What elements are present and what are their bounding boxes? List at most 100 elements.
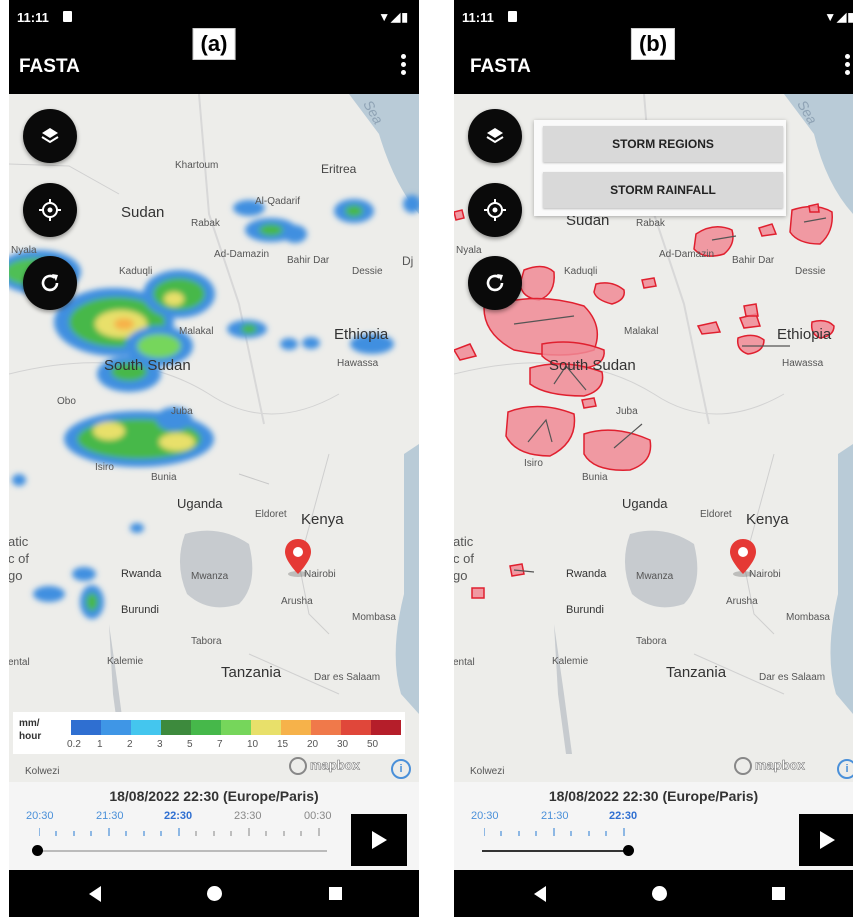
play-button[interactable] <box>799 814 853 866</box>
map-label-hawassa: Hawassa <box>782 358 824 369</box>
map-label-kolwezi: Kolwezi <box>25 766 60 777</box>
time-slider-track[interactable] <box>37 850 327 852</box>
map-label-arusha: Arusha <box>281 596 313 607</box>
time-control: 18/08/2022 22:30 (Europe/Paris) 20:30 21… <box>9 782 419 870</box>
refresh-button[interactable] <box>468 256 522 310</box>
map-label-congo-2: c of <box>9 551 29 566</box>
phone-screen-b: 11:11 ▼◢▮ (b) FASTA Sea Sudan Rabak Ad-D… <box>454 0 853 917</box>
map-label-kaduqli: Kaduqli <box>119 266 153 277</box>
location-marker-icon[interactable] <box>729 538 757 578</box>
app-title: FASTA <box>19 56 80 77</box>
map-label-mombasa: Mombasa <box>352 612 396 623</box>
map-label-burundi: Burundi <box>566 604 604 616</box>
map-label-mwanza: Mwanza <box>191 571 229 582</box>
recents-icon[interactable] <box>772 887 785 900</box>
map-label-kalemie: Kalemie <box>552 656 589 667</box>
time-label-current: 22:30 <box>609 810 638 822</box>
map-label-ethiopia: Ethiopia <box>334 326 389 343</box>
map-label-south-sudan: South Sudan <box>549 357 636 374</box>
map-label-kenya: Kenya <box>746 511 789 528</box>
legend-swatch <box>251 720 281 735</box>
map-label-bunia: Bunia <box>582 472 608 483</box>
storm-rainfall-button[interactable]: STORM RAINFALL <box>543 172 783 208</box>
overflow-menu-icon[interactable] <box>845 54 851 76</box>
legend-swatch <box>371 720 401 735</box>
map-label-ad-damazin: Ad-Damazin <box>659 249 715 260</box>
legend-swatch <box>161 720 191 735</box>
map-label-isiro: Isiro <box>95 462 114 473</box>
storm-regions-button[interactable]: STORM REGIONS <box>543 126 783 162</box>
map-label-tabora: Tabora <box>636 636 667 647</box>
time-slider-thumb[interactable] <box>32 845 43 856</box>
legend-tick-label: 5 <box>187 739 193 750</box>
map-label-eldoret: Eldoret <box>255 509 287 520</box>
map-label-malakal: Malakal <box>624 326 659 337</box>
map-label-ad-damazin: Ad-Damazin <box>214 249 270 260</box>
layers-button[interactable] <box>23 109 77 163</box>
recents-icon[interactable] <box>329 887 342 900</box>
map-label-ental: ental <box>9 657 30 668</box>
map-label-dj: Dj <box>402 254 414 268</box>
map-label-bahir-dar: Bahir Dar <box>287 255 330 266</box>
map-label-eldoret: Eldoret <box>700 509 732 520</box>
location-marker-icon[interactable] <box>284 538 312 578</box>
legend-tick-label: 10 <box>247 739 259 750</box>
map-label-kaduqli: Kaduqli <box>564 266 598 277</box>
time-slider-fill[interactable] <box>482 850 628 852</box>
layers-button[interactable] <box>468 109 522 163</box>
info-icon[interactable]: i <box>837 759 853 779</box>
play-icon <box>820 831 835 849</box>
legend-tick-label: 1 <box>97 739 103 750</box>
play-button[interactable] <box>351 814 407 866</box>
map-label-bunia: Bunia <box>151 472 177 483</box>
mapbox-logo[interactable]: mapbox <box>289 757 360 775</box>
map-label-tanzania: Tanzania <box>666 664 727 681</box>
mapbox-logo[interactable]: mapbox <box>734 757 805 775</box>
time-label: 20:30 <box>471 810 499 822</box>
panel-label: (b) <box>630 28 676 60</box>
app-title: FASTA <box>470 56 531 77</box>
map-label-ethiopia: Ethiopia <box>777 326 832 343</box>
locate-button[interactable] <box>468 183 522 237</box>
map-label-al-qadarif: Al-Qadarif <box>255 196 301 207</box>
crosshair-icon <box>39 199 61 221</box>
home-icon[interactable] <box>652 886 667 901</box>
time-label: 21:30 <box>541 810 569 822</box>
time-label: 20:30 <box>26 810 54 822</box>
map-label-ental: ental <box>454 657 475 668</box>
map-label-eritrea: Eritrea <box>321 162 357 176</box>
map-label-malakal: Malakal <box>179 326 214 337</box>
map-label-congo-2: c of <box>454 551 474 566</box>
time-slider-thumb[interactable] <box>623 845 634 856</box>
map-label-khartoum: Khartoum <box>175 160 219 171</box>
locate-button[interactable] <box>23 183 77 237</box>
back-icon[interactable] <box>89 886 101 902</box>
time-label: 21:30 <box>96 810 124 822</box>
panel-label: (a) <box>192 28 236 60</box>
back-icon[interactable] <box>534 886 546 902</box>
phone-screen-a: 11:11 ▼◢▮ (a) FASTA Sea Khartoum Eritrea… <box>9 0 419 917</box>
legend-tick-label: 0.2 <box>67 739 81 750</box>
sd-card-icon <box>508 11 517 22</box>
map-label-juba: Juba <box>171 406 193 417</box>
refresh-button[interactable] <box>23 256 77 310</box>
layer-menu: STORM REGIONS STORM RAINFALL <box>534 120 786 216</box>
map-label-congo-3: go <box>9 568 23 583</box>
map-label-tanzania: Tanzania <box>221 664 282 681</box>
legend-tick-label: 2 <box>127 739 133 750</box>
legend-swatch <box>71 720 101 735</box>
map-label-uganda: Uganda <box>177 496 223 511</box>
legend-tick-label: 15 <box>277 739 289 750</box>
info-icon[interactable]: i <box>391 759 411 779</box>
crosshair-icon <box>484 199 506 221</box>
layers-icon <box>41 128 59 144</box>
legend-swatch <box>221 720 251 735</box>
legend-tick-label: 7 <box>217 739 223 750</box>
map-label-rabak: Rabak <box>191 218 220 229</box>
sd-card-icon <box>63 11 72 22</box>
legend-tick-label: 20 <box>307 739 319 750</box>
timestamp: 18/08/2022 22:30 (Europe/Paris) <box>548 788 759 804</box>
timestamp: 18/08/2022 22:30 (Europe/Paris) <box>109 788 319 804</box>
overflow-menu-icon[interactable] <box>401 54 407 76</box>
home-icon[interactable] <box>207 886 222 901</box>
